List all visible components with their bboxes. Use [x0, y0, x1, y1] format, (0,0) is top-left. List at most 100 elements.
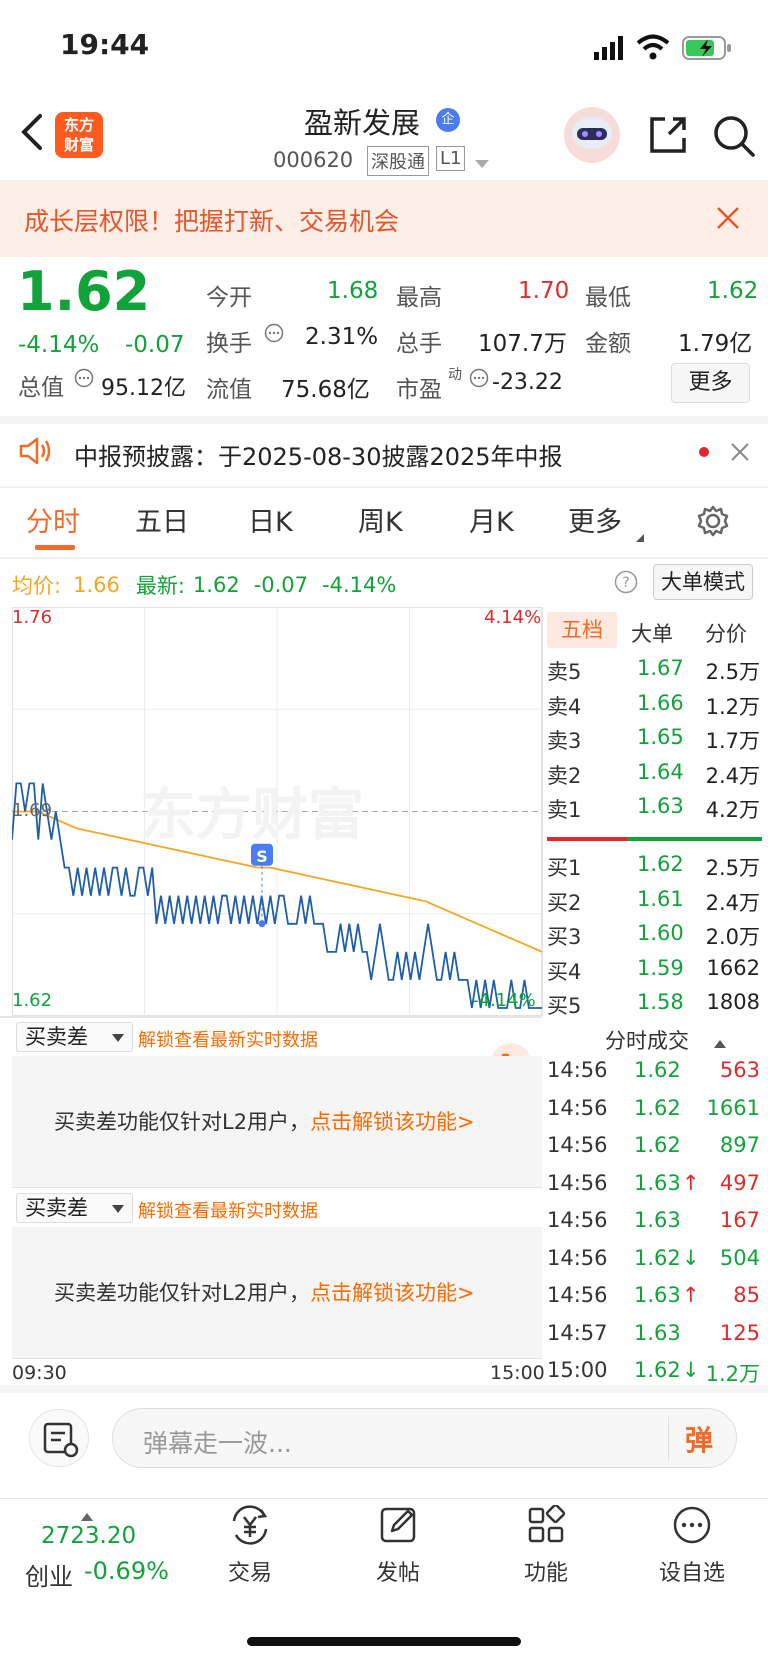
unlock-data-link[interactable]: 解锁查看最新实时数据: [138, 1026, 318, 1052]
notice-text[interactable]: 中报预披露：于2025-08-30披露2025年中报: [74, 437, 563, 472]
home-indicator[interactable]: [247, 1637, 521, 1646]
tab-order-book[interactable]: 五档: [547, 612, 617, 648]
tick-direction: ↓: [682, 1358, 700, 1382]
order-book-row: 买2 1.61 2.4万: [547, 883, 762, 917]
tick-time: 15:00: [547, 1358, 608, 1382]
tick-row: 14:56 1.63 ↑ 85: [547, 1279, 762, 1316]
order-volume: 1.7万: [705, 729, 760, 753]
danmu-input[interactable]: 弹幕走一波... 弹: [112, 1408, 737, 1468]
close-icon[interactable]: [731, 443, 749, 461]
turnover-label: 换手: [206, 331, 252, 357]
close-icon[interactable]: [716, 206, 740, 230]
tab-price-distribution[interactable]: 分价: [705, 618, 747, 648]
indicator-select[interactable]: 买卖差: [16, 1022, 133, 1052]
locked-message: 买卖差功能仅针对L2用户，: [54, 1110, 311, 1134]
triangle-up-icon: [714, 1033, 726, 1048]
amount-value: 1.79亿: [678, 331, 753, 357]
chevron-down-icon[interactable]: [474, 154, 490, 168]
level-badge: L1: [436, 146, 466, 171]
nav-post[interactable]: 发帖: [368, 1505, 428, 1587]
app-screen: { "status_bar": {"time": "19:44"}, "head…: [0, 0, 768, 1663]
enterprise-badge: 企: [436, 108, 460, 132]
order-level-label: 卖3: [547, 729, 582, 753]
tick-price: 1.62: [634, 1358, 681, 1382]
nav-trade[interactable]: 交易: [220, 1505, 280, 1587]
tick-price: 1.63: [634, 1283, 681, 1307]
index-value[interactable]: 2723.20: [41, 1523, 136, 1549]
tab-weekly-k[interactable]: 周K: [358, 500, 403, 539]
promo-banner[interactable]: 成长层权限！把握打新、交易机会: [0, 180, 768, 257]
nav-functions[interactable]: 功能: [516, 1503, 576, 1587]
stock-code: 000620: [273, 148, 354, 172]
tick-row: 14:57 1.63 125: [547, 1317, 762, 1354]
order-price: 1.61: [637, 886, 684, 911]
gear-icon[interactable]: [696, 504, 730, 538]
tab-indicator: [35, 545, 75, 550]
unlock-feature-link[interactable]: 点击解锁该功能>: [310, 1110, 475, 1134]
latest-value: 1.62: [192, 573, 240, 597]
stock-name: 盈新发展: [304, 106, 421, 140]
watermark: 东方财富: [140, 783, 364, 848]
tab-big-orders[interactable]: 大单: [631, 618, 673, 648]
tab-monthly-k[interactable]: 月K: [469, 500, 514, 539]
tick-price: 1.62: [634, 1095, 681, 1120]
logo-line2: 财富: [63, 136, 94, 154]
tick-volume: 85: [733, 1283, 760, 1307]
tab-daily-k[interactable]: 日K: [248, 500, 293, 539]
tick-price: 1.63: [634, 1170, 681, 1195]
tab-five-day[interactable]: 五日: [135, 500, 189, 539]
search-icon[interactable]: [712, 114, 756, 158]
ticks-title[interactable]: 分时成交: [605, 1025, 689, 1055]
share-icon[interactable]: [647, 114, 689, 156]
nav-functions-label: 功能: [523, 1561, 568, 1586]
info-icon[interactable]: [469, 368, 489, 388]
change-pct: -4.14%: [18, 332, 100, 358]
info-icon[interactable]: [74, 368, 94, 388]
latest-change: -0.07: [253, 573, 309, 597]
indicator-select-label: 买卖差: [25, 1025, 88, 1049]
float-label: 流值: [206, 377, 252, 403]
indicator-select-label: 买卖差: [25, 1196, 88, 1220]
order-book-row: 卖5 1.67 2.5万: [547, 652, 762, 686]
y-max-label: 1.76: [12, 607, 52, 628]
tick-volume: 563: [719, 1058, 760, 1082]
speaker-icon: [18, 436, 52, 466]
unlock-feature-link[interactable]: 点击解锁该功能>: [310, 1281, 475, 1305]
tick-volume: 167: [719, 1208, 760, 1232]
unlock-data-link[interactable]: 解锁查看最新实时数据: [138, 1197, 318, 1223]
unread-dot: [699, 447, 709, 457]
price-info-line: 均价: 1.66 最新: 1.62 -0.07 -4.14%: [12, 570, 396, 600]
sell-volume-bar: [547, 837, 627, 841]
tab-more[interactable]: 更多: [568, 500, 622, 539]
app-logo[interactable]: 东方 财富: [55, 112, 103, 158]
tab-intraday[interactable]: 分时: [26, 500, 80, 539]
order-book-row: 买5 1.58 1808: [547, 986, 762, 1020]
back-icon[interactable]: [18, 112, 44, 152]
compose-icon[interactable]: [29, 1409, 89, 1467]
help-icon[interactable]: ?: [614, 570, 638, 594]
locked-message: 买卖差功能仅针对L2用户，: [54, 1281, 311, 1305]
pct-max-text: 4.14%: [484, 607, 542, 628]
danmu-button[interactable]: 弹: [685, 1419, 713, 1459]
order-price: 1.63: [637, 794, 684, 818]
volume-value: 107.7万: [478, 331, 567, 357]
info-icon[interactable]: [264, 323, 284, 343]
robot-assistant-icon[interactable]: [562, 106, 622, 164]
tick-time: 14:57: [547, 1320, 608, 1345]
svg-text:?: ?: [622, 575, 629, 591]
order-price: 1.64: [637, 759, 684, 784]
signal-icon: [594, 36, 628, 60]
order-price: 1.60: [637, 921, 684, 945]
tick-row: 14:56 1.62 ↓ 504: [547, 1242, 762, 1279]
low-value: 1.62: [707, 278, 759, 304]
y-max-text: 1.76: [12, 607, 53, 628]
order-volume: 4.2万: [705, 798, 760, 822]
order-volume: 2.5万: [705, 856, 760, 880]
big-order-mode-button[interactable]: 大单模式: [653, 564, 753, 600]
order-volume: 1662: [706, 955, 760, 980]
tick-direction: ↑: [682, 1170, 700, 1195]
order-volume: 2.4万: [705, 890, 760, 915]
more-button[interactable]: 更多: [671, 363, 750, 403]
nav-add-watchlist[interactable]: 设自选: [656, 1505, 728, 1587]
indicator-select[interactable]: 买卖差: [16, 1193, 133, 1223]
